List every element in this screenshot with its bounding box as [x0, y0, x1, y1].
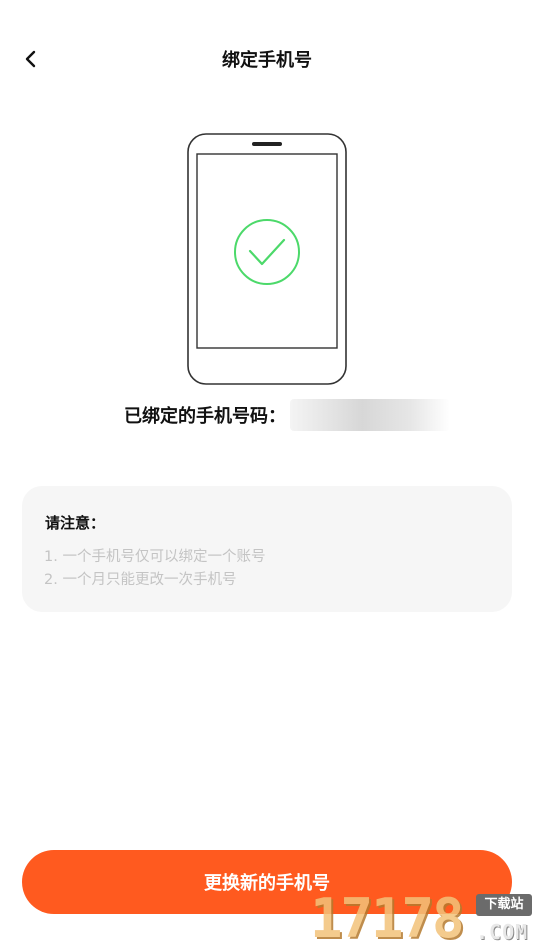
- bound-phone-value: [290, 399, 450, 431]
- phone-check-icon: [187, 133, 347, 385]
- bound-phone-row: 已绑定的手机号码：: [124, 398, 450, 432]
- top-bar: 绑定手机号: [0, 0, 534, 118]
- notice-item: 2. 一个月只能更改一次手机号: [44, 572, 237, 588]
- watermark-domain: .COM: [476, 920, 529, 944]
- notice-item: 1. 一个手机号仅可以绑定一个账号: [44, 549, 266, 565]
- notice-title: 请注意：: [45, 514, 106, 532]
- change-phone-button[interactable]: 更换新的手机号: [22, 850, 512, 914]
- notice-list: 1. 一个手机号仅可以绑定一个账号 2. 一个月只能更改一次手机号: [44, 546, 265, 592]
- bound-phone-label: 已绑定的手机号码：: [124, 406, 286, 427]
- notice-card: 请注意： 1. 一个手机号仅可以绑定一个账号 2. 一个月只能更改一次手机号: [22, 486, 512, 612]
- page-title: 绑定手机号: [222, 50, 312, 71]
